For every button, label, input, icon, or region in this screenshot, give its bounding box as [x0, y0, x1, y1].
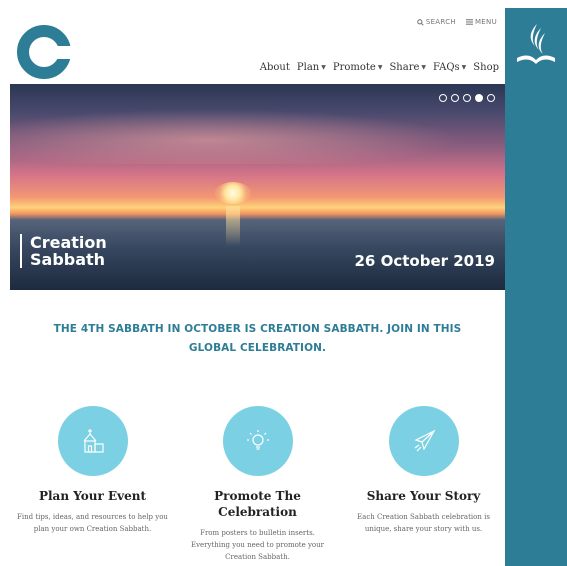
- lightbulb-icon: [246, 430, 269, 450]
- feature-promote: Promote The Celebration From posters to …: [180, 406, 335, 563]
- utility-links: SEARCH MENU: [417, 18, 497, 26]
- site-header: SEARCH MENU About Plan ▼ Promote ▼ Share ▼ …: [10, 8, 505, 84]
- feature-share-title: Share Your Story: [366, 489, 481, 503]
- hero-slider: Creation Sabbath 26 October 2019: [10, 84, 505, 290]
- menu-link[interactable]: MENU: [465, 18, 497, 26]
- nav-share[interactable]: Share ▼: [389, 62, 426, 73]
- caret-down-icon: ▼: [461, 64, 467, 71]
- nav-promote[interactable]: Promote ▼: [333, 62, 383, 73]
- hero-reflection: [226, 206, 240, 246]
- slider-dot-1[interactable]: [439, 94, 447, 102]
- feature-plan-icon-circle[interactable]: [57, 406, 128, 476]
- nav-about-label: About: [259, 62, 290, 73]
- search-label: SEARCH: [425, 18, 456, 26]
- nav-faqs[interactable]: FAQs ▼: [433, 62, 466, 73]
- slider-dot-5[interactable]: [487, 94, 495, 102]
- caret-down-icon: ▼: [421, 64, 427, 71]
- feature-plan: Plan Your Event Find tips, ideas, and re…: [15, 406, 170, 535]
- feature-plan-text: Find tips, ideas, and resources to help …: [17, 513, 168, 533]
- search-link[interactable]: SEARCH: [417, 18, 456, 26]
- feature-promote-text: From posters to bulletin inserts. Everyt…: [190, 529, 325, 561]
- features-section: Plan Your Event Find tips, ideas, and re…: [10, 406, 505, 566]
- slider-dot-3[interactable]: [463, 94, 471, 102]
- menu-label: MENU: [474, 18, 497, 26]
- caret-down-icon: ▼: [377, 64, 383, 71]
- hero-clouds: [10, 104, 505, 164]
- search-icon: [417, 18, 424, 26]
- nav-shop-label: Shop: [473, 62, 499, 73]
- feature-share-icon-circle[interactable]: [388, 406, 459, 476]
- menu-icon: [465, 19, 473, 25]
- main-nav: About Plan ▼ Promote ▼ Share ▼ FAQs ▼ Shop: [260, 62, 499, 73]
- feature-promote-icon-circle[interactable]: [222, 406, 293, 476]
- church-icon: [83, 429, 104, 453]
- feature-share-text: Each Creation Sabbath celebration is uni…: [357, 513, 490, 533]
- slider-dots: [439, 94, 495, 102]
- paper-plane-icon: [413, 429, 435, 452]
- slider-dot-4[interactable]: [475, 94, 483, 102]
- tagline: THE 4TH SABBATH IN OCTOBER IS CREATION S…: [53, 323, 462, 354]
- nav-plan-label: Plan: [296, 62, 320, 73]
- caret-down-icon: ▼: [321, 64, 326, 71]
- hero-date: 26 October 2019: [354, 252, 496, 270]
- nav-shop[interactable]: Shop: [473, 62, 499, 73]
- nav-promote-label: Promote: [332, 62, 376, 73]
- nav-faqs-label: FAQs: [433, 62, 460, 73]
- feature-share: Share Your Story Each Creation Sabbath c…: [346, 406, 501, 535]
- adventist-logo[interactable]: [515, 20, 557, 70]
- slider-dot-2[interactable]: [451, 94, 459, 102]
- hero-sun: [215, 182, 251, 204]
- nav-plan[interactable]: Plan ▼: [297, 62, 326, 73]
- nav-about[interactable]: About: [260, 62, 290, 73]
- page: SEARCH MENU About Plan ▼ Promote ▼ Share ▼ …: [10, 8, 505, 566]
- feature-promote-title: Promote The Celebration: [214, 489, 301, 519]
- hero-title: Creation Sabbath: [20, 234, 130, 268]
- side-brand-strip: [505, 8, 567, 566]
- feature-plan-title: Plan Your Event: [38, 489, 147, 503]
- creation-sabbath-logo[interactable]: [16, 24, 76, 84]
- nav-share-label: Share: [389, 62, 420, 73]
